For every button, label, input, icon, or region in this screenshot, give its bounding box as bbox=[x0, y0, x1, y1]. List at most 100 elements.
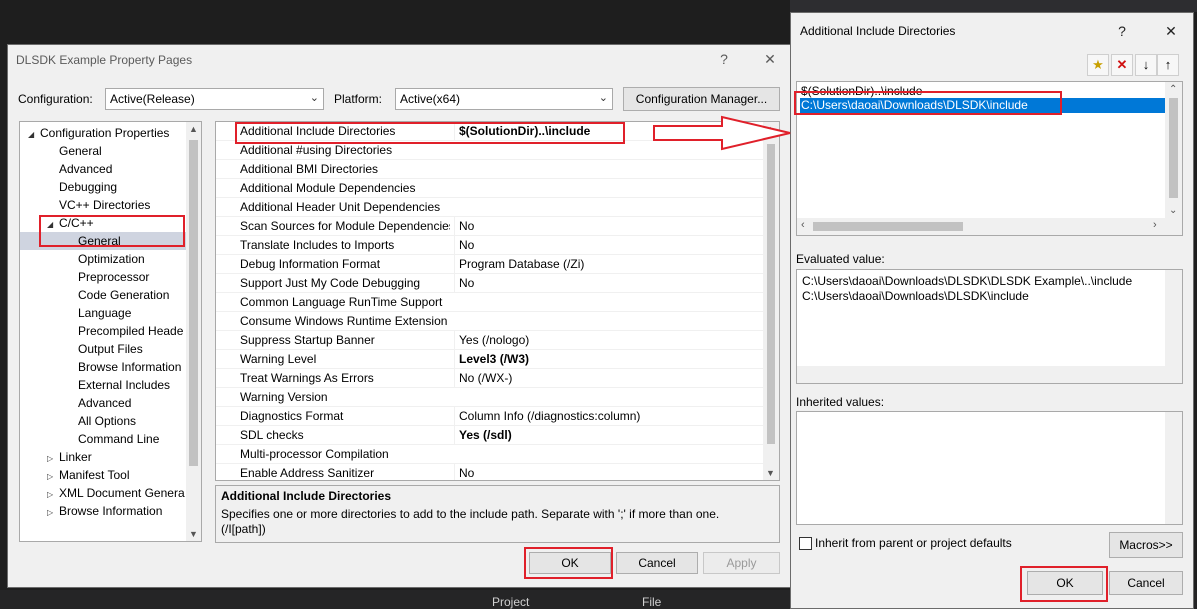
entries-vertical-scrollbar[interactable]: ⌃ ⌄ bbox=[1165, 82, 1182, 218]
property-row[interactable]: Multi-processor Compilation bbox=[216, 445, 764, 464]
delete-icon[interactable]: ✕ bbox=[1111, 54, 1133, 76]
property-value[interactable]: Yes (/sdl) bbox=[454, 426, 760, 445]
scroll-down-icon[interactable]: ⌄ bbox=[1169, 205, 1177, 216]
property-row[interactable]: Enable Address Sanitizer No bbox=[216, 464, 764, 480]
scroll-down-icon[interactable]: ▼ bbox=[189, 529, 198, 539]
tree-item[interactable]: Language bbox=[20, 304, 186, 322]
move-up-icon[interactable]: ↑ bbox=[1157, 54, 1179, 76]
tree-item[interactable]: ▷ Manifest Tool bbox=[20, 466, 186, 484]
close-button[interactable]: ✕ bbox=[760, 49, 780, 69]
entries-scroll-thumb[interactable] bbox=[1169, 98, 1178, 198]
scroll-left-icon[interactable]: ‹ bbox=[801, 219, 805, 231]
grid-scrollbar[interactable]: ▲ ▼ bbox=[763, 122, 779, 480]
tree-item-label: XML Document Genera bbox=[59, 486, 185, 500]
platform-select[interactable]: Active(x64) ⌄ bbox=[395, 88, 613, 110]
property-row[interactable]: Warning Level Level3 (/W3) bbox=[216, 350, 764, 369]
scroll-up-icon[interactable]: ▲ bbox=[189, 124, 198, 134]
tree-item[interactable]: All Options bbox=[20, 412, 186, 430]
evaluated-scrollbar[interactable] bbox=[1165, 270, 1182, 366]
scroll-up-icon[interactable]: ⌃ bbox=[1169, 84, 1177, 95]
property-name: Diagnostics Format bbox=[240, 409, 344, 423]
tree-item[interactable]: ▷ XML Document Genera bbox=[20, 484, 186, 502]
settings-tree[interactable]: ◢ Configuration Properties General Advanced… bbox=[19, 121, 202, 542]
close-button[interactable]: ✕ bbox=[1161, 21, 1181, 41]
property-value[interactable]: Column Info (/diagnostics:column) bbox=[454, 407, 760, 426]
macros-button[interactable]: Macros>> bbox=[1109, 532, 1183, 558]
property-row[interactable]: Consume Windows Runtime Extension bbox=[216, 312, 764, 331]
column-header-file[interactable]: File bbox=[642, 595, 661, 609]
tree-item[interactable]: Preprocessor bbox=[20, 268, 186, 286]
grid-scroll-thumb[interactable] bbox=[767, 144, 775, 444]
apply-button[interactable]: Apply bbox=[703, 552, 780, 574]
column-header-project[interactable]: Project bbox=[492, 595, 529, 609]
tree-scrollbar[interactable]: ▲ ▼ bbox=[186, 122, 201, 541]
tree-item[interactable]: Output Files bbox=[20, 340, 186, 358]
tree-item[interactable]: ◢ Configuration Properties bbox=[20, 124, 186, 142]
tree-item[interactable]: Optimization bbox=[20, 250, 186, 268]
property-row[interactable]: Additional Header Unit Dependencies bbox=[216, 198, 764, 217]
property-row[interactable]: Support Just My Code Debugging No bbox=[216, 274, 764, 293]
tree-item[interactable]: External Includes bbox=[20, 376, 186, 394]
tree-item[interactable]: Command Line bbox=[20, 430, 186, 448]
tree-item[interactable]: Debugging bbox=[20, 178, 186, 196]
tree-scroll-thumb[interactable] bbox=[189, 140, 198, 466]
collapsed-triangle-icon[interactable]: ▷ bbox=[47, 504, 59, 522]
tree-item[interactable]: Browse Information bbox=[20, 358, 186, 376]
property-row[interactable]: Diagnostics Format Column Info (/diagnost… bbox=[216, 407, 764, 426]
annotation-box-ok bbox=[524, 547, 613, 579]
property-value[interactable]: Program Database (/Zi) bbox=[454, 255, 760, 274]
cancel-button[interactable]: Cancel bbox=[616, 552, 698, 574]
property-description: Additional Include Directories Specifies… bbox=[215, 485, 780, 543]
configuration-manager-button[interactable]: Configuration Manager... bbox=[623, 87, 780, 111]
property-row[interactable]: Translate Includes to Imports No bbox=[216, 236, 764, 255]
property-row[interactable]: Additional Module Dependencies bbox=[216, 179, 764, 198]
tree-item[interactable]: ▷ Browse Information bbox=[20, 502, 186, 520]
property-row[interactable]: Common Language RunTime Support bbox=[216, 293, 764, 312]
property-value[interactable]: No (/WX-) bbox=[454, 369, 760, 388]
property-value[interactable]: Yes (/nologo) bbox=[454, 331, 760, 350]
evaluated-hscrollbar[interactable] bbox=[797, 366, 1182, 383]
property-value[interactable]: No bbox=[454, 236, 760, 255]
annotation-box-property bbox=[235, 122, 625, 144]
help-button[interactable]: ? bbox=[714, 49, 734, 69]
property-row[interactable]: Additional BMI Directories bbox=[216, 160, 764, 179]
tree-item-label: Language bbox=[78, 306, 132, 320]
scroll-right-icon[interactable]: › bbox=[1153, 219, 1157, 231]
platform-label: Platform: bbox=[334, 92, 383, 106]
tree-item[interactable]: ▷ Linker bbox=[20, 448, 186, 466]
tree-item[interactable]: Precompiled Heade bbox=[20, 322, 186, 340]
entries-horizontal-scrollbar[interactable]: ‹ › bbox=[797, 218, 1182, 235]
tree-item[interactable]: Advanced bbox=[20, 160, 186, 178]
property-row[interactable]: Debug Information Format Program Database… bbox=[216, 255, 764, 274]
property-row[interactable]: SDL checks Yes (/sdl) bbox=[216, 426, 764, 445]
property-value[interactable]: No bbox=[454, 464, 760, 480]
tree-item[interactable]: Code Generation bbox=[20, 286, 186, 304]
new-line-icon[interactable]: ★ bbox=[1087, 54, 1109, 76]
entries-hscroll-thumb[interactable] bbox=[813, 222, 963, 231]
property-value[interactable]: Level3 (/W3) bbox=[454, 350, 760, 369]
property-row[interactable]: Suppress Startup Banner Yes (/nologo) bbox=[216, 331, 764, 350]
configuration-label: Configuration: bbox=[18, 92, 93, 106]
property-value[interactable]: No bbox=[454, 217, 760, 236]
tree-item[interactable]: VC++ Directories bbox=[20, 196, 186, 214]
inherited-scrollbar[interactable] bbox=[1165, 412, 1182, 524]
property-grid[interactable]: Additional Include Directories $(Solution… bbox=[215, 121, 780, 481]
property-value[interactable]: No bbox=[454, 274, 760, 293]
move-down-icon[interactable]: ↓ bbox=[1135, 54, 1157, 76]
tree-item-label: VC++ Directories bbox=[59, 198, 151, 212]
property-row[interactable]: Scan Sources for Module Dependencies No bbox=[216, 217, 764, 236]
property-row[interactable]: Warning Version bbox=[216, 388, 764, 407]
tree-item[interactable]: General bbox=[20, 142, 186, 160]
property-name: Scan Sources for Module Dependencies bbox=[240, 219, 450, 233]
description-text: Specifies one or more directories to add… bbox=[221, 507, 720, 536]
configuration-select[interactable]: Active(Release) ⌄ bbox=[105, 88, 324, 110]
inherit-checkbox-label: Inherit from parent or project defaults bbox=[815, 536, 1012, 550]
help-button[interactable]: ? bbox=[1112, 21, 1132, 41]
property-name: Translate Includes to Imports bbox=[240, 238, 395, 252]
inherit-checkbox[interactable] bbox=[799, 537, 812, 550]
scroll-down-icon[interactable]: ▼ bbox=[766, 468, 775, 478]
tree-item-label: All Options bbox=[78, 414, 137, 428]
cancel-button[interactable]: Cancel bbox=[1109, 571, 1183, 595]
tree-item[interactable]: Advanced bbox=[20, 394, 186, 412]
property-row[interactable]: Treat Warnings As Errors No (/WX-) bbox=[216, 369, 764, 388]
